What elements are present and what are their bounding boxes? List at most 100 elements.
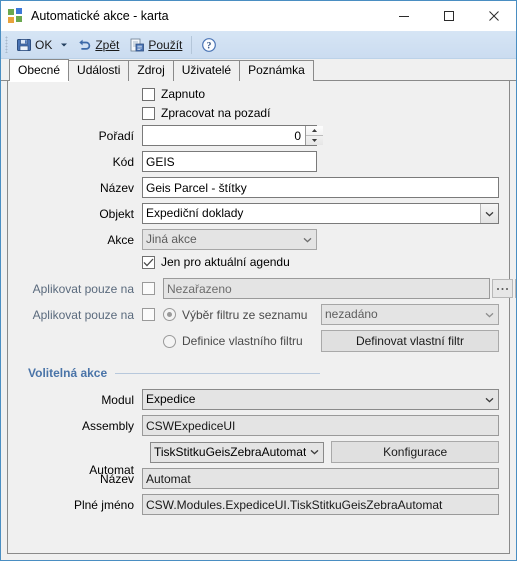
group-divider: [115, 372, 321, 374]
row-automat: TiskStitkuGeisZebraAutomat Konfigurace: [18, 441, 499, 463]
dialog-window: Automatické akce - karta OK Zpět Použít …: [0, 0, 517, 561]
tab-zdroj[interactable]: Zdroj: [128, 60, 174, 81]
help-button[interactable]: ?: [196, 33, 222, 57]
undo-arrow-icon: [79, 39, 91, 50]
order-stepper[interactable]: [142, 125, 323, 146]
module-value: Expedice: [146, 392, 196, 406]
custom-filter-label: Definice vlastního filtru: [182, 334, 303, 348]
ok-label: OK: [35, 37, 53, 52]
optional-action-group-header: Volitelná akce: [28, 366, 499, 380]
apply-only-1-label: Aplikovat pouze na: [32, 281, 134, 296]
back-button[interactable]: Zpět: [71, 33, 124, 57]
name-label: Název: [99, 180, 134, 195]
object-label: Objekt: [99, 206, 134, 221]
radio-circle: [163, 334, 176, 348]
current-agenda-checkbox[interactable]: Jen pro aktuální agendu: [142, 255, 290, 269]
tab-obecne[interactable]: Obecné: [9, 59, 70, 81]
ok-button[interactable]: OK: [11, 33, 57, 57]
toolbar-grip[interactable]: [5, 36, 8, 53]
tab-uzivatele[interactable]: Uživatelé: [172, 60, 241, 81]
row-name: Název: [18, 177, 499, 198]
module-combobox[interactable]: Expedice: [142, 389, 499, 410]
enabled-checkbox[interactable]: Zapnuto: [142, 87, 205, 101]
toolbar: OK Zpět Použít ?: [1, 31, 516, 59]
custom-filter-radio[interactable]: Definice vlastního filtru: [163, 334, 313, 348]
apply-label: Použít: [148, 37, 183, 52]
ok-dropdown-button[interactable]: [57, 34, 71, 56]
tab-udalosti[interactable]: Události: [68, 60, 130, 81]
row-enabled: Zapnuto: [18, 87, 499, 101]
background-checkbox[interactable]: Zpracovat na pozadí: [142, 106, 270, 120]
order-spin-buttons[interactable]: [305, 126, 323, 145]
checkbox-box: [142, 87, 155, 101]
window-controls: [381, 1, 516, 31]
row-code: Kód: [18, 151, 499, 172]
code-label: Kód: [112, 154, 134, 169]
row-action: Akce Jiná akce: [18, 229, 499, 250]
action-dropdown-button[interactable]: [299, 230, 316, 249]
spin-up-button[interactable]: [306, 126, 323, 136]
apply-only-1-ellipsis-button[interactable]: [492, 279, 513, 298]
konfigurace-button[interactable]: Konfigurace: [331, 441, 499, 463]
chevron-down-icon: [485, 312, 494, 317]
minimize-icon: [398, 16, 409, 17]
app-squares-icon: [8, 8, 24, 24]
define-custom-filter-button[interactable]: Definovat vlastní filtr: [321, 330, 499, 352]
row-apply-only-2: Aplikovat pouze na Výběr filtru ze sezna…: [18, 304, 499, 325]
full-name-input[interactable]: [142, 494, 499, 515]
automat-value: TiskStitkuGeisZebraAutomat: [154, 444, 307, 459]
radio-circle: [163, 308, 176, 321]
action-combobox[interactable]: Jiná akce: [142, 229, 317, 250]
checkbox-box: [142, 106, 155, 120]
object-combobox[interactable]: Expediční doklady: [142, 203, 499, 224]
name-input[interactable]: [142, 177, 499, 198]
chevron-up-icon: [311, 129, 318, 132]
filter-from-list-radio[interactable]: Výběr filtru ze seznamu: [163, 308, 313, 322]
filter-from-list-label: Výběr filtru ze seznamu: [182, 307, 308, 322]
automat-dropdown-button[interactable]: [306, 443, 323, 462]
maximize-button[interactable]: [426, 1, 471, 31]
background-label: Zpracovat na pozadí: [161, 106, 271, 120]
title-bar: Automatické akce - karta: [1, 1, 516, 31]
chevron-down-icon: [61, 43, 68, 46]
order-input[interactable]: [143, 126, 305, 145]
minimize-button[interactable]: [381, 1, 426, 31]
save-disk-icon: [17, 38, 31, 51]
filter-list-value: nezadáno: [325, 307, 378, 321]
tab-poznamka[interactable]: Poznámka: [239, 60, 314, 81]
chevron-down-icon: [485, 397, 494, 402]
row-assembly: Assembly: [18, 415, 499, 436]
assembly-label: Assembly: [81, 418, 134, 433]
close-icon: [488, 11, 499, 21]
object-dropdown-button[interactable]: [480, 204, 498, 223]
tab-panel-obecne: Zapnuto Zpracovat na pozadí Pořadí 0 Kód…: [7, 81, 516, 554]
spin-down-button[interactable]: [306, 136, 323, 145]
checkmark-icon: [143, 258, 154, 267]
assembly-input[interactable]: [142, 415, 499, 436]
apply-document-icon: [130, 38, 145, 51]
code-input[interactable]: [142, 151, 317, 172]
filter-list-dropdown-button[interactable]: [481, 305, 498, 324]
object-value: Expediční doklady: [146, 206, 244, 220]
chevron-down-icon: [311, 139, 318, 142]
row-current-agenda: Jen pro aktuální agendu: [18, 255, 499, 269]
filter-list-combobox[interactable]: nezadáno: [321, 304, 499, 325]
maximize-icon: [443, 11, 454, 21]
row-object: Objekt Expediční doklady: [18, 203, 499, 224]
ellipsis-icon: [497, 287, 508, 290]
checkbox-box: [142, 255, 155, 269]
help-question-icon: ?: [202, 37, 217, 52]
apply-button[interactable]: Použít: [124, 33, 187, 57]
automat-combobox[interactable]: TiskStitkuGeisZebraAutomat: [150, 441, 325, 463]
back-label: Zpět: [95, 37, 120, 52]
apply-only-1-checkbox[interactable]: [142, 282, 155, 295]
module-dropdown-button[interactable]: [481, 390, 498, 409]
close-button[interactable]: [471, 1, 516, 31]
optional-name-input[interactable]: [142, 468, 499, 489]
order-label: Pořadí: [98, 128, 134, 143]
apply-only-1-input[interactable]: [163, 278, 490, 299]
action-label: Akce: [107, 232, 134, 247]
action-value: Jiná akce: [146, 232, 197, 246]
optional-action-title: Volitelná akce: [28, 366, 108, 380]
apply-only-2-checkbox[interactable]: [142, 308, 155, 321]
